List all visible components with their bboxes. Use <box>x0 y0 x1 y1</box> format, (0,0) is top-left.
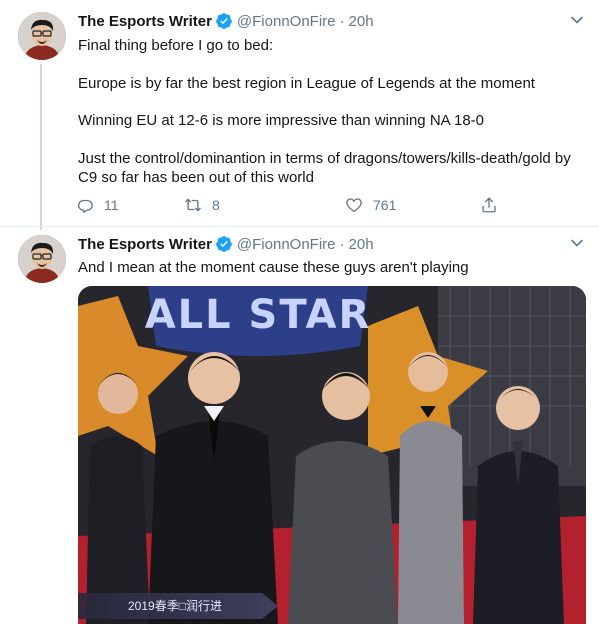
media-image: ALL STAR <box>78 286 586 624</box>
reply-button[interactable]: 11 <box>76 194 119 216</box>
tweet-actions: 11 8 761 <box>76 194 506 216</box>
heart-icon <box>346 198 362 213</box>
like-count: 761 <box>373 197 397 213</box>
display-name[interactable]: The Esports Writer <box>78 13 212 30</box>
retweet-icon <box>185 198 201 212</box>
timestamp[interactable]: 20h <box>349 13 374 30</box>
verified-badge-icon <box>215 12 233 30</box>
tweet-text: And I mean at the moment cause these guy… <box>78 258 588 278</box>
tweet-paragraph: And I mean at the moment cause these guy… <box>78 259 469 276</box>
separator-dot: · <box>339 12 345 30</box>
tweet-paragraph: Just the control/dominantion in terms of… <box>78 149 571 167</box>
tweet-1[interactable]: The Esports Writer @FionnOnFire · 20h Fi… <box>0 0 599 230</box>
verified-badge-icon <box>215 235 233 253</box>
share-icon <box>482 197 496 213</box>
tweet-paragraph: Europe is by far the best region in Leag… <box>78 74 535 92</box>
reply-icon <box>77 199 93 213</box>
share-button[interactable] <box>480 194 498 216</box>
handle[interactable]: @FionnOnFire <box>237 13 336 30</box>
avatar[interactable] <box>18 12 66 60</box>
reply-count: 11 <box>104 197 119 213</box>
tweet-paragraph: Final thing before I go to bed: <box>78 37 274 54</box>
tweet-text: Final thing before I go to bed: Europe i… <box>78 36 588 188</box>
avatar-image <box>18 235 66 283</box>
tweet-media-video[interactable]: ALL STAR 2019春季□润行进 <box>78 286 586 624</box>
tweet-2[interactable]: The Esports Writer @FionnOnFire · 20h An… <box>0 226 599 624</box>
media-caption: 2019春季□润行进 <box>78 593 278 619</box>
media-banner-text: ALL STAR <box>145 292 372 338</box>
avatar-image <box>18 12 66 60</box>
chevron-down-icon[interactable] <box>569 235 585 251</box>
handle[interactable]: @FionnOnFire <box>237 236 336 253</box>
chevron-down-icon[interactable] <box>569 12 585 28</box>
thread-connector-line <box>40 64 42 230</box>
timestamp[interactable]: 20h <box>349 236 374 253</box>
retweet-button[interactable]: 8 <box>184 194 220 216</box>
tweet-header: The Esports Writer @FionnOnFire · 20h <box>78 11 374 31</box>
tweet-paragraph: C9 so far has been out of this world <box>78 169 314 186</box>
retweet-count: 8 <box>212 197 220 213</box>
like-button[interactable]: 761 <box>345 194 396 216</box>
tweet-header: The Esports Writer @FionnOnFire · 20h <box>78 234 374 254</box>
avatar[interactable] <box>18 235 66 283</box>
separator-dot: · <box>339 235 345 253</box>
tweet-paragraph: Winning EU at 12-6 is more impressive th… <box>78 112 485 129</box>
display-name[interactable]: The Esports Writer <box>78 236 212 253</box>
